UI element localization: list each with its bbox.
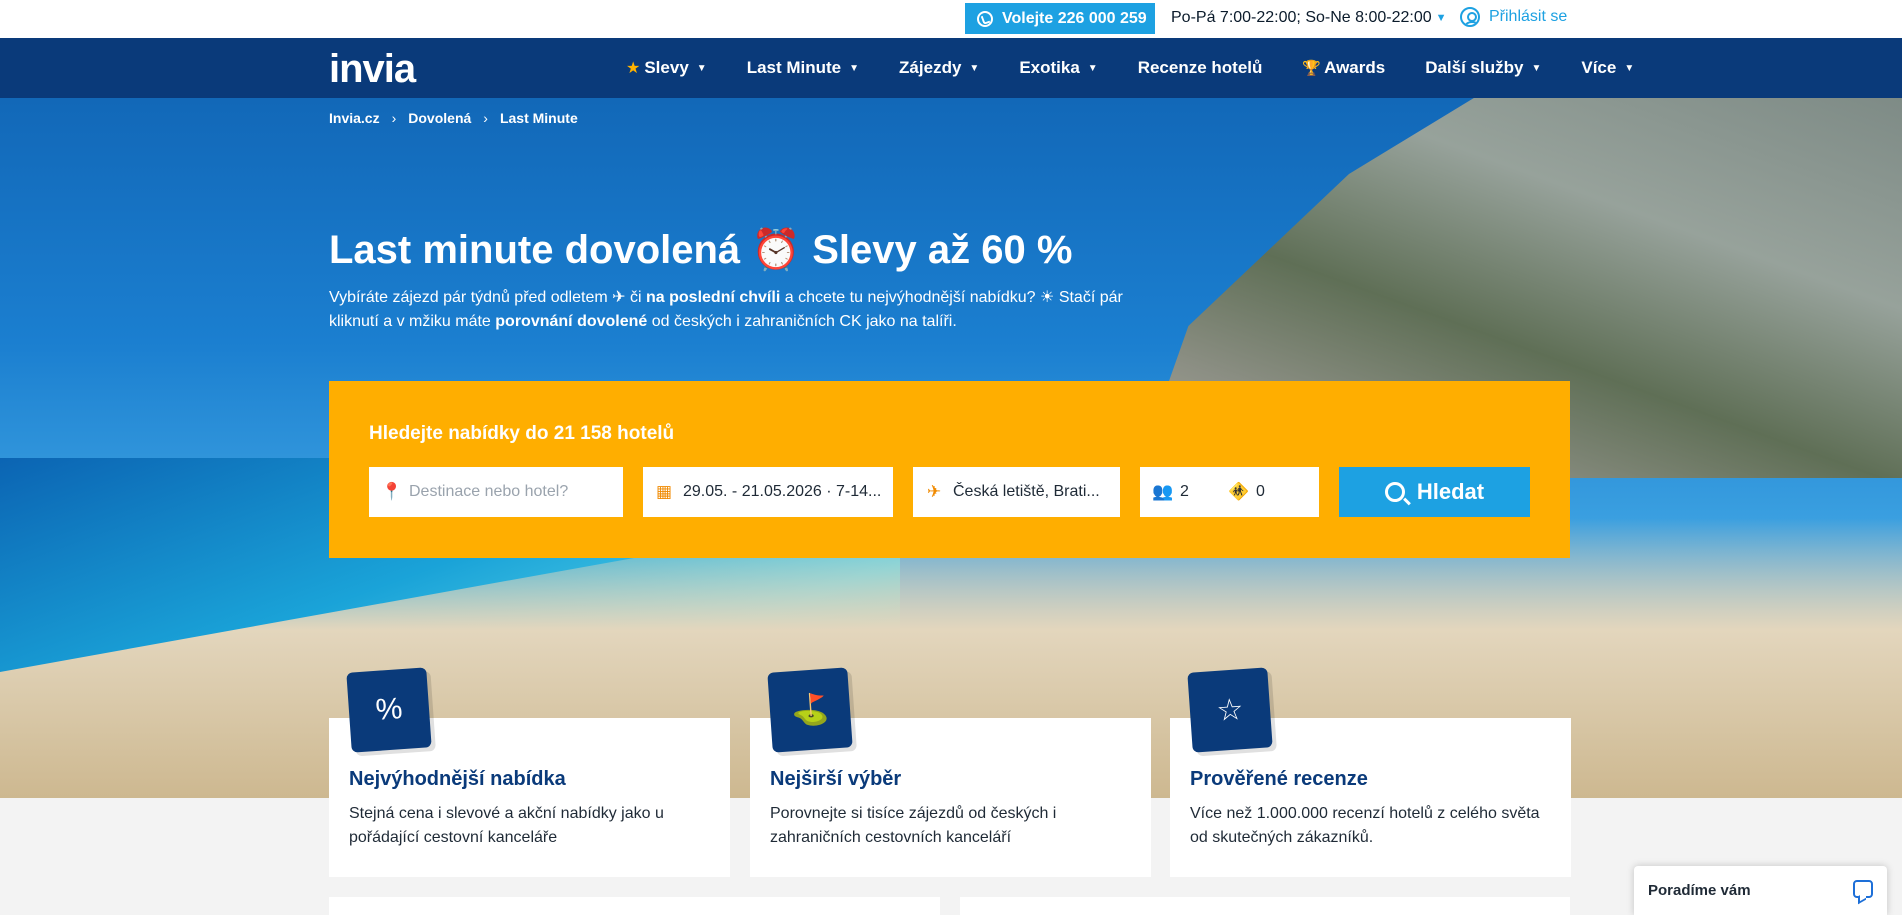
search-button[interactable]: Hledat (1339, 467, 1530, 517)
chevron-down-icon: ▼ (1531, 62, 1542, 74)
nav-item-label: Zájezdy (899, 58, 962, 77)
top-utility-bar: Volejte 226 000 259 Po-Pá 7:00-22:00; So… (0, 0, 1902, 38)
breadcrumb: Invia.cz › Dovolená › Last Minute (329, 110, 578, 126)
chevron-down-icon: ▼ (1435, 12, 1447, 24)
opening-hours[interactable]: Po-Pá 7:00-22:00; So-Ne 8:00-22:00 ▼ (1171, 9, 1447, 27)
nav-item-label: Recenze hotelů (1137, 58, 1263, 77)
chevron-down-icon: ▼ (696, 62, 707, 74)
nav-item-label: Více (1581, 58, 1617, 77)
calendar-icon: ▦ (655, 482, 673, 501)
nav-item-label: Last Minute (746, 58, 842, 77)
search-button-label: Hledat (1416, 479, 1485, 504)
chevron-down-icon: ▼ (1087, 62, 1098, 74)
nav-item-awards[interactable]: 🏆 Awards (1302, 58, 1385, 78)
children-icon: 🚸 (1228, 482, 1250, 501)
content-card (329, 897, 940, 915)
chat-bubble-icon (1853, 880, 1873, 898)
review-icon: ☆ (1187, 667, 1273, 753)
phone-icon (977, 10, 993, 27)
adults-icon: 👥 (1152, 482, 1174, 501)
star-icon: ★ (626, 60, 641, 77)
children-count: 0 (1256, 483, 1265, 500)
page-intro: Vybíráte zájezd pár týdnů před odletem ✈… (329, 289, 1123, 330)
search-icon (1384, 482, 1405, 502)
login-label: Přihlásit se (1489, 8, 1568, 25)
breadcrumb-item[interactable]: Last Minute (500, 110, 578, 126)
feature-card: % Nejvýhodnější nabídka Stejná cena i sl… (329, 667, 730, 877)
breadcrumb-item[interactable]: Invia.cz (329, 110, 380, 126)
phone-label: Volejte 226 000 259 (1002, 9, 1147, 27)
feature-title: Prověřené recenze (1190, 768, 1368, 790)
logo[interactable]: invia (329, 47, 416, 92)
trophy-icon: 🏆 (1302, 60, 1322, 77)
chevron-right-icon: › (391, 110, 397, 126)
chevron-down-icon: ▼ (849, 62, 860, 74)
nav-menu: ★ Slevy ▼ Last Minute ▼ Zájezdy ▼ Exotik… (626, 38, 1674, 98)
alarm-clock-icon: ⏰ (751, 228, 802, 272)
search-panel: Hledejte nabídky do 21 158 hotelů 📍 Dest… (329, 381, 1570, 558)
nav-item-exotika[interactable]: Exotika ▼ (1019, 58, 1097, 78)
chevron-down-icon: ▼ (969, 62, 980, 74)
feature-text: Stejná cena i slevové a akční nabídky ja… (349, 805, 664, 846)
nav-item-label: Exotika (1019, 58, 1080, 77)
signpost-icon: ⛳ (767, 667, 853, 753)
departure-airport-value: Česká letiště, Brati... (953, 483, 1100, 500)
feature-text: Porovnejte si tisíce zájezdů od českých … (770, 805, 1057, 846)
plane-icon: ✈ (926, 482, 942, 501)
user-icon (1460, 7, 1480, 27)
feature-card: ☆ Prověřené recenze Více než 1.000.000 r… (1170, 667, 1571, 877)
chat-label: Poradíme vám (1648, 882, 1751, 899)
login-link[interactable]: Přihlásit se (1460, 7, 1567, 27)
nav-item-dalsi-sluzby[interactable]: Další služby ▼ (1425, 58, 1541, 78)
nav-item-slevy[interactable]: ★ Slevy ▼ (626, 58, 707, 78)
plane-icon: ✈ (612, 289, 626, 306)
chevron-right-icon: › (483, 110, 488, 126)
nav-item-label: Slevy (644, 58, 689, 77)
nav-item-last-minute[interactable]: Last Minute ▼ (747, 58, 859, 78)
nav-item-zajezdy[interactable]: Zájezdy ▼ (899, 58, 979, 78)
feature-text: Více než 1.000.000 recenzí hotelů z celé… (1190, 805, 1540, 846)
travelers-field[interactable]: 👥 2 🚸 0 (1140, 467, 1319, 517)
sun-icon: ☀ (1040, 289, 1055, 306)
nav-item-label: Další služby (1425, 58, 1524, 77)
destination-placeholder: Destinace nebo hotel? (409, 483, 569, 500)
percent-icon: % (346, 667, 432, 753)
content-card (960, 897, 1570, 915)
date-range-value: 29.05. - 21.05.2026 · 7-14... (683, 483, 882, 500)
phone-button[interactable]: Volejte 226 000 259 (965, 3, 1155, 34)
opening-hours-text: Po-Pá 7:00-22:00; So-Ne 8:00-22:00 (1171, 9, 1432, 26)
departure-airport-field[interactable]: ✈ Česká letiště, Brati... (913, 467, 1120, 517)
adults-count: 2 (1180, 483, 1189, 500)
nav-item-label: Awards (1324, 58, 1386, 77)
date-range-field[interactable]: ▦ 29.05. - 21.05.2026 · 7-14... (643, 467, 893, 517)
location-pin-icon: 📍 (381, 482, 403, 501)
feature-card: ⛳ Nejširší výběr Porovnejte si tisíce zá… (750, 667, 1151, 877)
search-title: Hledejte nabídky do 21 158 hotelů (369, 423, 675, 444)
feature-title: Nejširší výběr (770, 768, 902, 790)
chat-widget[interactable]: Poradíme vám (1634, 866, 1887, 915)
page-title: Last minute dovolená ⏰ Slevy až 60 % (329, 228, 1073, 272)
nav-item-recenze-hotelu[interactable]: Recenze hotelů (1138, 58, 1263, 78)
nav-item-vice[interactable]: Více ▼ (1581, 58, 1634, 78)
destination-input[interactable]: 📍 Destinace nebo hotel? (369, 467, 623, 517)
breadcrumb-item[interactable]: Dovolená (408, 110, 471, 126)
main-navigation: invia ★ Slevy ▼ Last Minute ▼ Zájezdy ▼ … (0, 38, 1902, 98)
chevron-down-icon: ▼ (1624, 62, 1635, 74)
feature-title: Nejvýhodnější nabídka (349, 768, 566, 790)
